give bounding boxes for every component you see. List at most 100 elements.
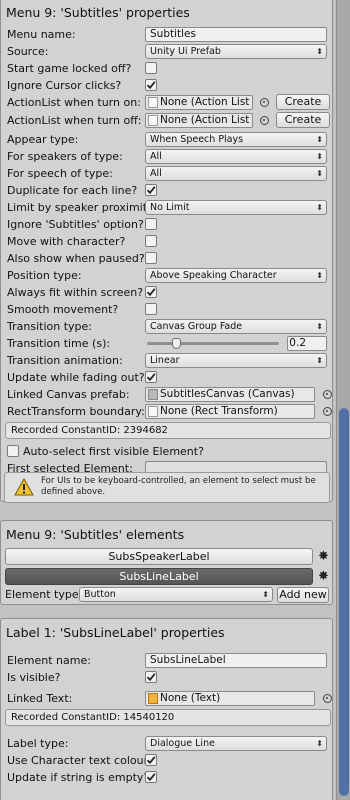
limit-proximity-dropdown[interactable]: No Limit ⬍	[145, 200, 327, 215]
object-picker-icon[interactable]	[260, 98, 269, 107]
label-type-value: Dialogue Line	[150, 738, 215, 749]
move-character-checkbox[interactable]	[145, 235, 157, 247]
ignore-cursor-row: Ignore Cursor clicks?	[5, 77, 330, 94]
asset-icon	[148, 97, 158, 108]
create-turn-off-button[interactable]: Create	[276, 112, 330, 128]
update-fading-checkbox[interactable]	[145, 371, 157, 383]
element-name-row: Element name: SubsLineLabel	[5, 652, 330, 669]
actionlist-turn-on-label: ActionList when turn on:	[7, 96, 141, 109]
source-dropdown[interactable]: Unity Ui Prefab ⬍	[145, 44, 327, 59]
position-type-dropdown[interactable]: Above Speaking Character ⬍	[145, 268, 327, 283]
linked-text-field[interactable]: None (Text)	[145, 691, 315, 706]
canvas-icon	[148, 389, 158, 400]
object-picker-icon[interactable]	[323, 407, 332, 416]
gear-icon[interactable]: ✸	[317, 550, 330, 563]
object-picker-icon[interactable]	[260, 116, 269, 125]
slider-track	[147, 342, 279, 345]
menu-elements-panel: Menu 9: 'Subtitles' elements SubsSpeaker…	[0, 520, 333, 605]
help-text: For UIs to be keyboard-controlled, an el…	[41, 476, 316, 497]
move-character-row: Move with character?	[5, 233, 330, 250]
dropdown-arrow-icon: ⬍	[316, 47, 323, 56]
element-subslinelabel-button[interactable]: SubsLineLabel	[5, 568, 313, 585]
transition-time-slider[interactable]	[145, 335, 283, 352]
transition-type-row: Transition type: Canvas Group Fade ⬍	[5, 318, 330, 335]
source-label: Source:	[7, 45, 49, 58]
element-name-input[interactable]: SubsLineLabel	[145, 653, 327, 668]
element-subsspeakerlabel-button[interactable]: SubsSpeakerLabel	[5, 548, 313, 565]
rect-boundary-field[interactable]: None (Rect Transform)	[145, 404, 315, 419]
dropdown-arrow-icon: ⬍	[316, 322, 323, 331]
transition-animation-dropdown[interactable]: Linear ⬍	[145, 353, 327, 368]
label-type-dropdown[interactable]: Dialogue Line ⬍	[145, 736, 327, 751]
dropdown-arrow-icon: ⬍	[262, 590, 269, 599]
duplicate-row: Duplicate for each line?	[5, 182, 330, 199]
transition-type-value: Canvas Group Fade	[150, 321, 243, 332]
auto-select-label: Auto-select first visible Element?	[23, 445, 204, 458]
position-type-row: Position type: Above Speaking Character ⬍	[5, 267, 330, 284]
ignore-cursor-checkbox[interactable]	[145, 79, 157, 91]
is-visible-label: Is visible?	[7, 671, 61, 684]
constant-id-field: Recorded ConstantID: 2394682	[5, 422, 331, 439]
transition-type-dropdown[interactable]: Canvas Group Fade ⬍	[145, 319, 327, 334]
transition-type-label: Transition type:	[7, 320, 92, 333]
ignore-cursor-label: Ignore Cursor clicks?	[7, 79, 122, 92]
start-locked-row: Start game locked off?	[5, 60, 330, 77]
object-picker-icon[interactable]	[323, 390, 332, 399]
speakers-type-dropdown[interactable]: All ⬍	[145, 149, 327, 164]
menu-properties-panel: Menu 9: 'Subtitles' properties Menu name…	[0, 0, 333, 502]
constant-id-field: Recorded ConstantID: 14540120	[5, 709, 331, 726]
source-row: Source: Unity Ui Prefab ⬍	[5, 43, 330, 60]
ignore-subtitles-row: Ignore 'Subtitles' option?	[5, 216, 330, 233]
text-component-icon	[148, 693, 158, 704]
linked-canvas-row: Linked Canvas prefab: SubtitlesCanvas (C…	[5, 386, 332, 403]
transition-time-input[interactable]: 0.2	[287, 336, 327, 351]
inspector-scrollbar[interactable]	[336, 0, 350, 800]
actionlist-turn-on-field[interactable]: None (Action List Asset)	[145, 95, 253, 110]
start-locked-checkbox[interactable]	[145, 62, 157, 74]
smooth-movement-row: Smooth movement?	[5, 301, 330, 318]
actionlist-turn-off-row: ActionList when turn off: None (Action L…	[5, 112, 330, 129]
use-char-colour-checkbox[interactable]	[145, 754, 157, 766]
always-fit-checkbox[interactable]	[145, 286, 157, 298]
appear-type-label: Appear type:	[7, 133, 79, 146]
create-turn-on-button[interactable]: Create	[276, 94, 330, 110]
rect-transform-icon	[148, 406, 158, 417]
dropdown-arrow-icon: ⬍	[316, 356, 323, 365]
menu-name-label: Menu name:	[7, 28, 76, 41]
use-char-colour-label: Use Character text colour?	[7, 754, 146, 767]
show-paused-checkbox[interactable]	[145, 252, 157, 264]
rect-boundary-label: RectTransform boundary:	[7, 405, 145, 418]
transition-animation-value: Linear	[150, 355, 180, 366]
is-visible-checkbox[interactable]	[145, 671, 157, 683]
menu-name-input[interactable]: Subtitles	[145, 27, 327, 42]
element-type-value: Button	[84, 589, 116, 600]
appear-type-dropdown[interactable]: When Speech Plays ⬍	[145, 132, 327, 147]
rect-boundary-row: RectTransform boundary: None (Rect Trans…	[5, 403, 332, 420]
slider-handle[interactable]	[172, 338, 181, 349]
auto-select-checkbox[interactable]	[7, 445, 19, 457]
smooth-movement-checkbox[interactable]	[145, 303, 157, 315]
update-empty-checkbox[interactable]	[145, 771, 157, 783]
checkmark-icon	[146, 773, 156, 782]
linked-canvas-field[interactable]: SubtitlesCanvas (Canvas)	[145, 387, 315, 402]
checkmark-icon	[146, 756, 156, 765]
limit-proximity-label: Limit by speaker proximity?	[7, 201, 146, 214]
transition-time-row: Transition time (s): 0.2	[5, 335, 330, 352]
speech-type-dropdown[interactable]: All ⬍	[145, 166, 327, 181]
checkmark-icon	[146, 186, 156, 195]
ignore-subtitles-checkbox[interactable]	[145, 218, 157, 230]
scrollbar-thumb[interactable]	[339, 408, 349, 796]
actionlist-turn-on-row: ActionList when turn on: None (Action Li…	[5, 94, 330, 111]
position-type-value: Above Speaking Character	[150, 270, 277, 281]
transition-time-label: Transition time (s):	[7, 337, 111, 350]
update-fading-label: Update while fading out?	[7, 371, 145, 384]
duplicate-checkbox[interactable]	[145, 184, 157, 196]
transition-animation-label: Transition animation:	[7, 354, 123, 367]
object-picker-icon[interactable]	[323, 694, 332, 703]
actionlist-turn-off-field[interactable]: None (Action List Asset)	[145, 113, 253, 128]
gear-icon[interactable]: ✸	[317, 570, 330, 583]
add-new-button[interactable]: Add new	[277, 587, 329, 603]
checkmark-icon	[146, 288, 156, 297]
element-type-dropdown[interactable]: Button ⬍	[79, 587, 273, 602]
dropdown-arrow-icon: ⬍	[316, 203, 323, 212]
